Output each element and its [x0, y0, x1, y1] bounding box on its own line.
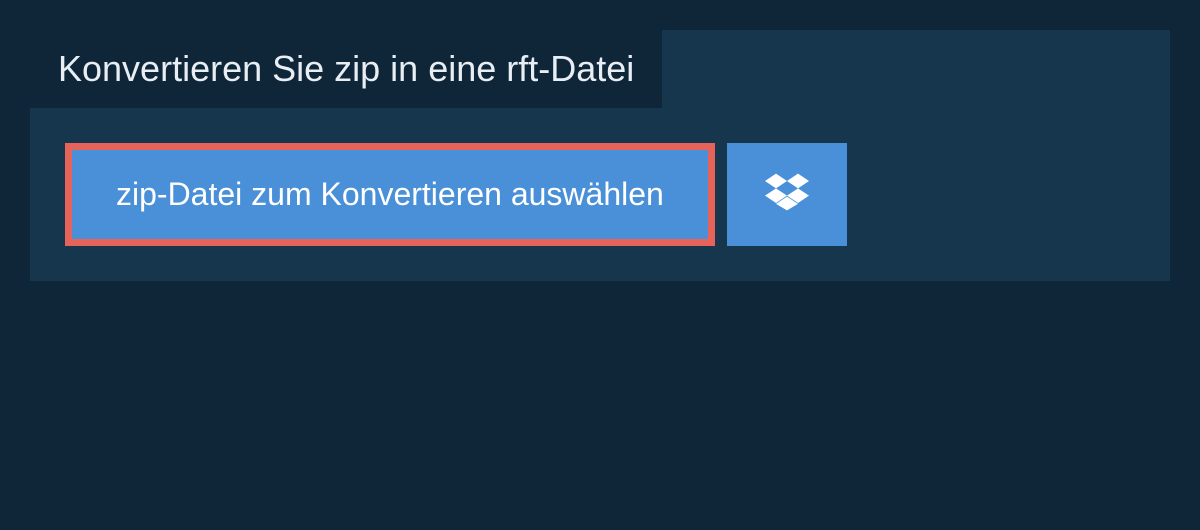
- dropbox-button[interactable]: [727, 143, 847, 246]
- upload-button-row: zip-Datei zum Konvertieren auswählen: [30, 108, 1170, 246]
- page-title: Konvertieren Sie zip in eine rft-Datei: [30, 30, 662, 108]
- converter-panel: Konvertieren Sie zip in eine rft-Datei z…: [30, 30, 1170, 281]
- select-file-label: zip-Datei zum Konvertieren auswählen: [116, 176, 664, 213]
- dropbox-icon: [765, 170, 809, 219]
- select-file-button[interactable]: zip-Datei zum Konvertieren auswählen: [65, 143, 715, 246]
